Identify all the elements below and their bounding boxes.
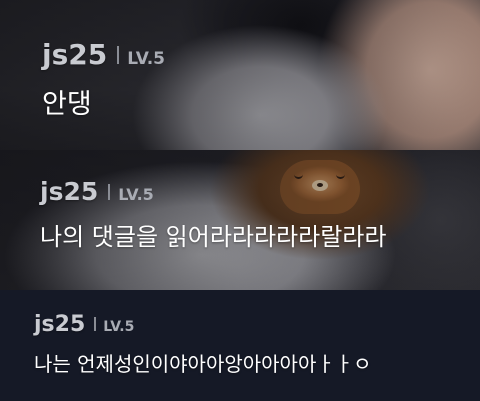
comment-meta: js25 LV.5: [42, 38, 165, 71]
user-level-badge: LV.5: [118, 185, 154, 204]
comment-meta: js25 LV.5: [40, 177, 154, 206]
comment-username[interactable]: js25: [40, 177, 98, 206]
comment-text: 나는 언제성인이야아아앙아아아아ㅏㅏㅇ: [34, 352, 372, 376]
comment-background-plain: [0, 290, 480, 401]
comment-username[interactable]: js25: [42, 38, 107, 71]
meta-divider: [108, 184, 111, 200]
background-photo-blanket: [0, 0, 480, 150]
meta-divider: [94, 317, 97, 331]
user-level-badge: LV.5: [127, 49, 165, 69]
comment-meta: js25 LV.5: [34, 312, 134, 337]
comment-username[interactable]: js25: [34, 312, 85, 337]
comment-text: 나의 댓글을 읽어라라라라라랄라라: [40, 223, 387, 251]
meta-divider: [117, 46, 120, 64]
comment-screenshot: js25 LV.5 안댕 js25 LV.5 나의 댓글을 읽어라라라라라랄라라…: [0, 0, 480, 401]
user-level-badge: LV.5: [103, 319, 135, 335]
comment-text: 안댕: [42, 89, 92, 120]
